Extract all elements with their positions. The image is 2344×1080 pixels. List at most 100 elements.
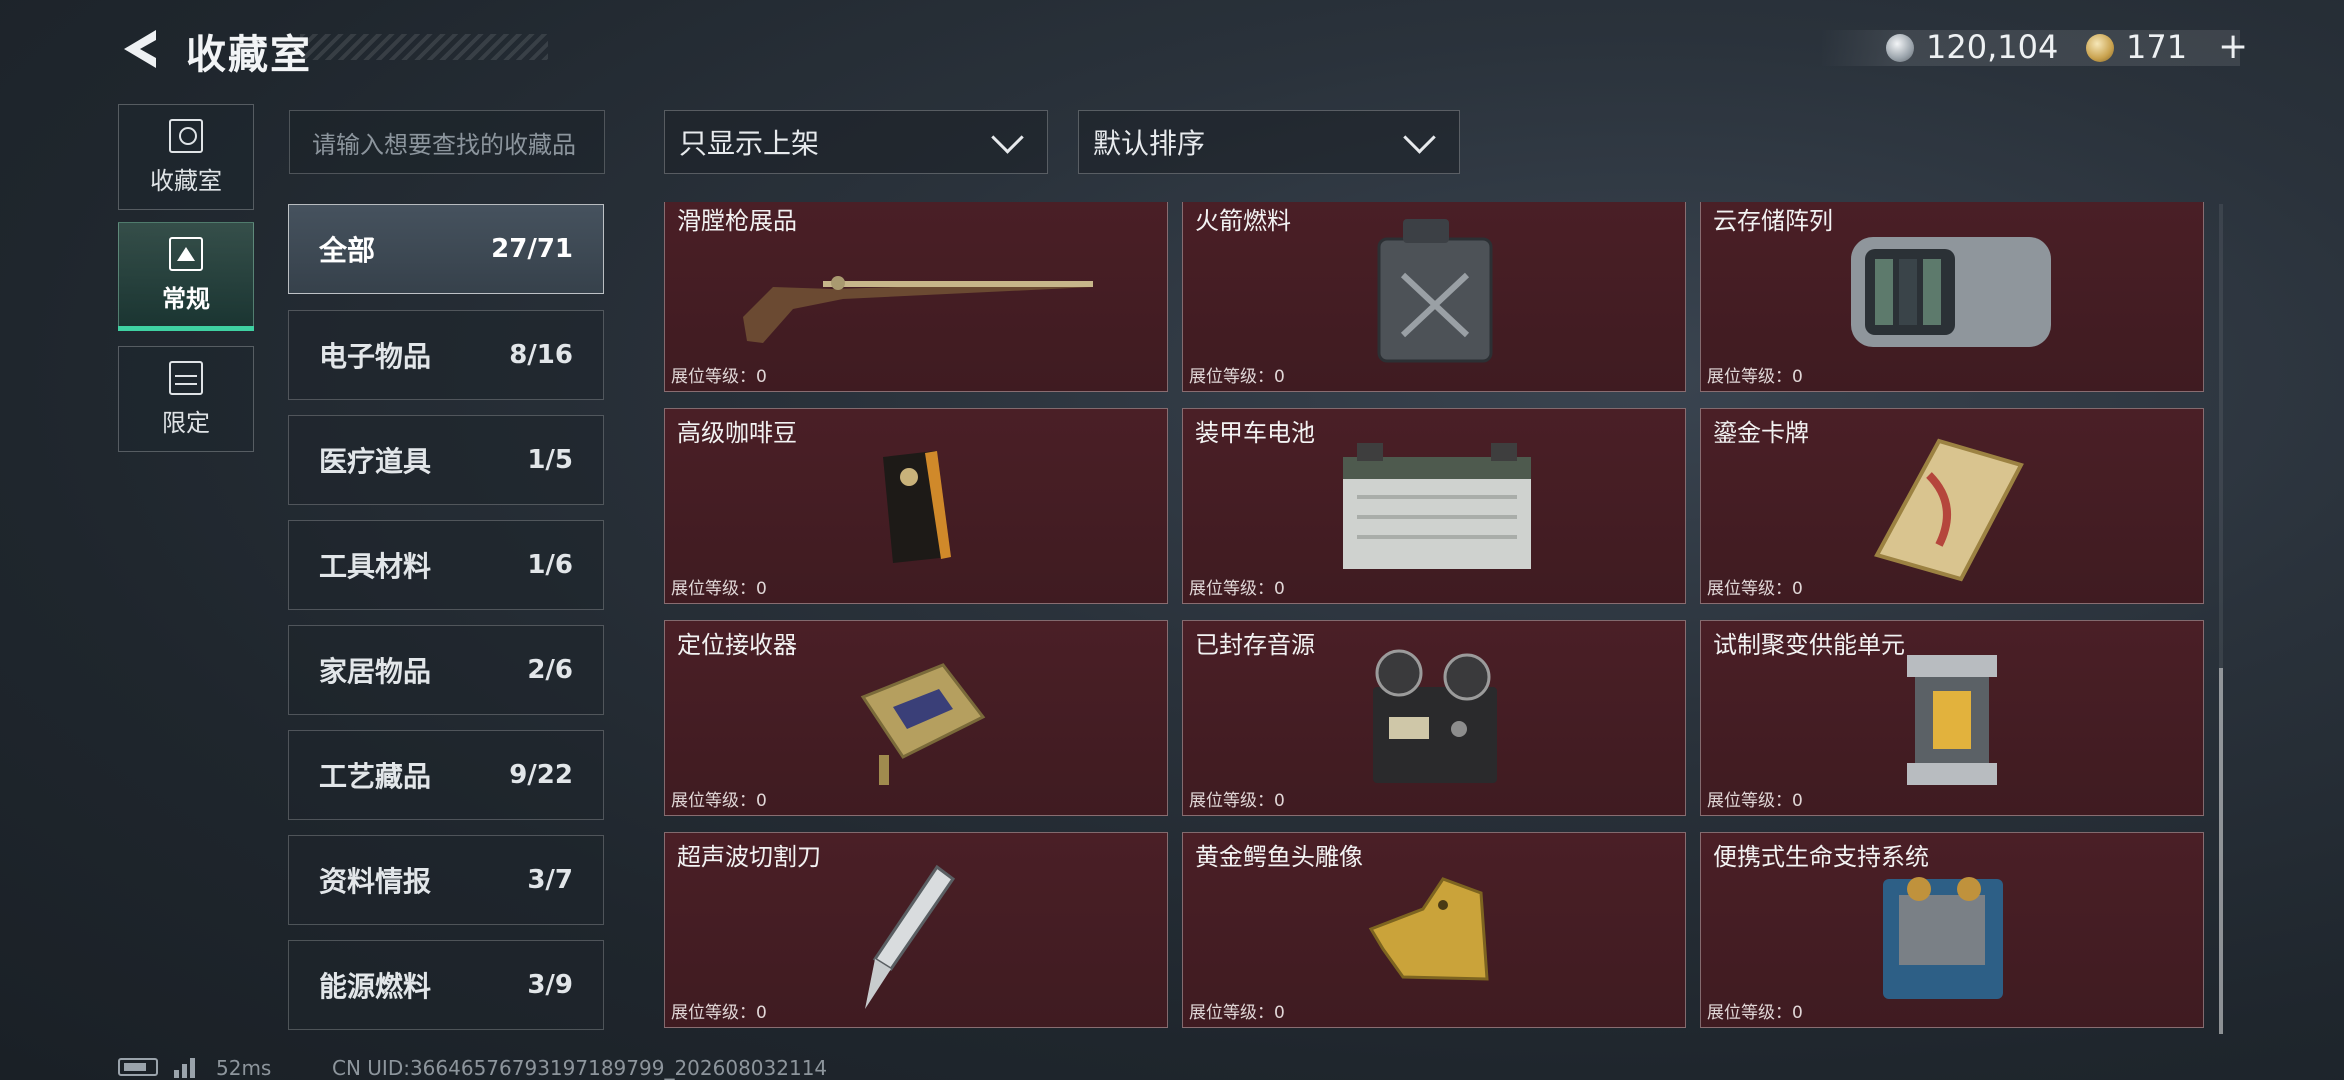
category-all[interactable]: 全部 27/71	[288, 204, 604, 294]
page-title: 收藏室	[186, 32, 312, 78]
signal-icon	[174, 1056, 204, 1078]
sort-value: 默认排序	[1093, 127, 1206, 160]
booth-level: 展位等级：0	[1189, 579, 1285, 599]
collection-item-card[interactable]: 鎏金卡牌 展位等级：0	[1700, 408, 2204, 604]
category-tools[interactable]: 工具材料 1/6	[288, 520, 604, 610]
collection-item-card[interactable]: 滑膛枪展品 展位等级：0	[664, 202, 1168, 392]
category-label: 工具材料	[319, 550, 432, 583]
category-label: 医疗道具	[319, 445, 432, 478]
ultrasonic-knife-icon	[865, 864, 956, 1009]
sort-select[interactable]: 默认排序	[1078, 110, 1460, 174]
item-name: 云存储阵列	[1713, 207, 1833, 235]
category-household[interactable]: 家居物品 2/6	[288, 625, 604, 715]
category-count: 27/71	[491, 234, 573, 264]
reel-recorder-icon	[1373, 649, 1497, 783]
item-name: 定位接收器	[677, 631, 797, 659]
display-filter-select[interactable]: 只显示上架	[664, 110, 1048, 174]
item-name: 试制聚变供能单元	[1713, 631, 1905, 659]
limited-icon	[169, 360, 203, 395]
category-label: 电子物品	[319, 340, 432, 373]
booth-level: 展位等级：0	[1189, 791, 1285, 811]
collection-item-card[interactable]: 定位接收器 展位等级：0	[664, 620, 1168, 816]
collection-room-icon	[169, 118, 203, 153]
category-count: 8/16	[509, 340, 573, 370]
collection-item-card[interactable]: 试制聚变供能单元 展位等级：0	[1700, 620, 2204, 816]
item-name: 装甲车电池	[1195, 419, 1315, 447]
item-name: 高级咖啡豆	[677, 419, 797, 447]
collection-search-input[interactable]: 请输入想要查找的收藏品	[289, 110, 605, 174]
collection-item-card[interactable]: 装甲车电池 展位等级：0	[1182, 408, 1686, 604]
storage-array-icon	[1851, 237, 2051, 347]
booth-level: 展位等级：0	[671, 367, 767, 387]
booth-level: 展位等级：0	[1707, 367, 1803, 387]
booth-level: 展位等级：0	[1707, 1003, 1803, 1023]
nav-label: 常规	[162, 284, 210, 313]
category-label: 资料情报	[319, 865, 432, 898]
category-label: 家居物品	[319, 655, 432, 688]
category-intel[interactable]: 资料情报 3/7	[288, 835, 604, 925]
category-label: 全部	[319, 234, 376, 267]
add-currency-button[interactable]: +	[2218, 26, 2248, 67]
category-count: 3/9	[527, 970, 573, 1000]
collection-item-card[interactable]: 黄金鳄鱼头雕像 展位等级：0	[1182, 832, 1686, 1028]
category-count: 1/6	[527, 550, 573, 580]
item-name: 滑膛枪展品	[677, 207, 797, 235]
life-support-icon	[1883, 877, 2003, 999]
uid-display: CN UID:36646576793197189799_202608032114	[332, 1056, 828, 1080]
regular-icon	[169, 236, 203, 271]
booth-level: 展位等级：0	[1189, 367, 1285, 387]
category-crafts[interactable]: 工艺藏品 9/22	[288, 730, 604, 820]
nav-label: 收藏室	[150, 166, 222, 195]
category-medical[interactable]: 医疗道具 1/5	[288, 415, 604, 505]
musket-icon	[743, 276, 1093, 343]
silver-currency-amount: 120,104	[1926, 28, 2059, 66]
silver-coin-icon	[1886, 34, 1914, 62]
fuel-canister-icon	[1377, 219, 1493, 363]
nav-limited[interactable]: 限定	[118, 346, 254, 452]
battery-icon	[1343, 443, 1531, 569]
item-name: 黄金鳄鱼头雕像	[1195, 843, 1363, 871]
category-count: 3/7	[527, 865, 573, 895]
receiver-icon	[860, 663, 986, 785]
collection-item-card[interactable]: 高级咖啡豆 展位等级：0	[664, 408, 1168, 604]
back-arrow-icon	[124, 30, 156, 68]
grid-scrollbar-thumb[interactable]	[2219, 668, 2223, 1034]
title-decoration	[300, 34, 548, 60]
booth-level: 展位等级：0	[671, 791, 767, 811]
collection-grid: 滑膛枪展品 展位等级：0 火箭燃料 展位等级：0 云存储阵列 展位等级：0 高级…	[662, 202, 2206, 1034]
category-count: 9/22	[509, 760, 573, 790]
booth-level: 展位等级：0	[1189, 1003, 1285, 1023]
gold-currency-amount: 171	[2126, 28, 2188, 66]
gilded-card-icon	[1874, 438, 2024, 582]
category-electronics[interactable]: 电子物品 8/16	[288, 310, 604, 400]
item-name: 已封存音源	[1195, 631, 1315, 659]
nav-collection-room[interactable]: 收藏室	[118, 104, 254, 210]
fusion-cell-icon	[1907, 655, 1997, 785]
display-filter-value: 只显示上架	[679, 127, 820, 160]
category-count: 2/6	[527, 655, 573, 685]
chevron-down-icon	[1403, 120, 1436, 154]
collection-item-card[interactable]: 云存储阵列 展位等级：0	[1700, 202, 2204, 392]
item-name: 火箭燃料	[1195, 207, 1291, 235]
nav-regular[interactable]: 常规	[118, 222, 254, 328]
item-name: 超声波切割刀	[677, 843, 821, 871]
collection-item-card[interactable]: 超声波切割刀 展位等级：0	[664, 832, 1168, 1028]
collection-item-card[interactable]: 已封存音源 展位等级：0	[1182, 620, 1686, 816]
gold-crocodile-icon	[1368, 877, 1489, 981]
collection-item-card[interactable]: 火箭燃料 展位等级：0	[1182, 202, 1686, 392]
category-energy[interactable]: 能源燃料 3/9	[288, 940, 604, 1030]
booth-level: 展位等级：0	[671, 1003, 767, 1023]
collection-item-card[interactable]: 便携式生命支持系统 展位等级：0	[1700, 832, 2204, 1028]
booth-level: 展位等级：0	[1707, 579, 1803, 599]
back-button[interactable]	[118, 26, 160, 72]
category-label: 能源燃料	[319, 970, 432, 1003]
battery-icon	[118, 1058, 158, 1076]
category-count: 1/5	[527, 445, 573, 475]
booth-level: 展位等级：0	[1707, 791, 1803, 811]
nav-active-indicator	[118, 326, 254, 331]
category-label: 工艺藏品	[319, 760, 432, 793]
ping-display: 52ms	[216, 1056, 272, 1080]
chevron-down-icon	[991, 120, 1024, 154]
nav-label: 限定	[162, 408, 210, 437]
booth-level: 展位等级：0	[671, 579, 767, 599]
